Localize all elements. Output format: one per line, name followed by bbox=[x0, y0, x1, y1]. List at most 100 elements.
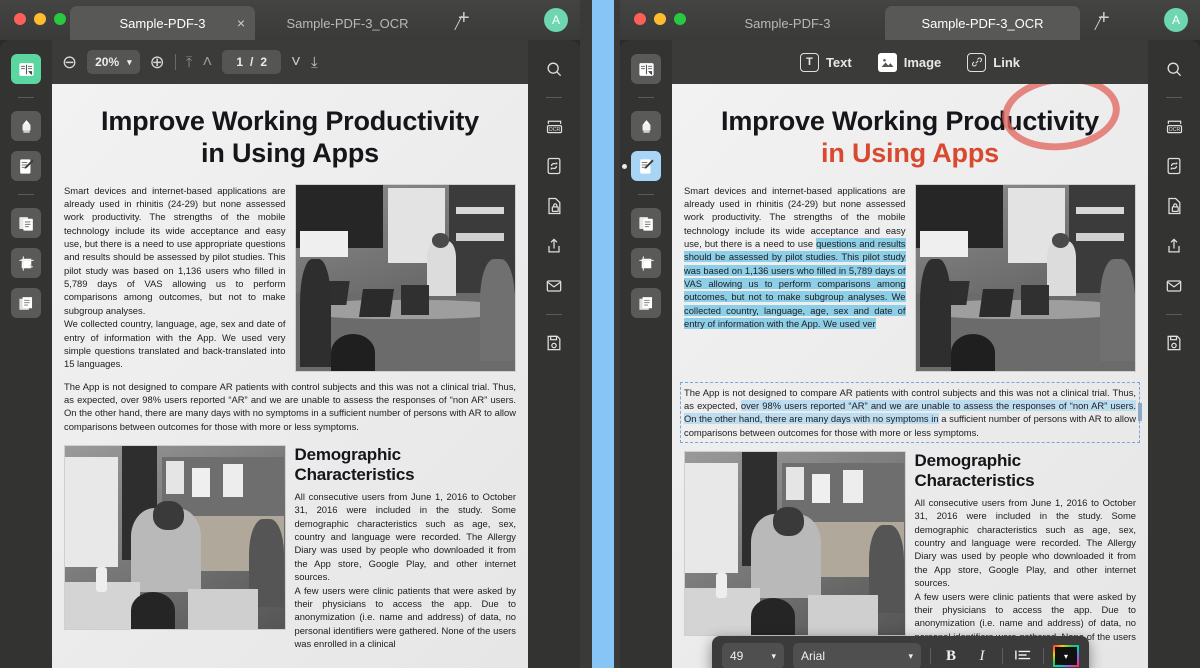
italic-button[interactable]: I bbox=[971, 648, 993, 665]
close-tab-icon[interactable]: × bbox=[237, 16, 245, 30]
tab-sample-pdf-3-ocr[interactable]: Sample-PDF-3_OCR ╱ bbox=[885, 6, 1102, 40]
image-column[interactable] bbox=[914, 183, 1136, 372]
sidebar-item-reader-view[interactable] bbox=[631, 54, 661, 84]
add-text-button[interactable]: T Text bbox=[799, 52, 852, 72]
title-line-2-red: in Using Apps bbox=[821, 137, 999, 168]
save-icon[interactable] bbox=[1159, 328, 1189, 358]
paragraph-1: Smart devices and internet-based applica… bbox=[64, 184, 286, 316]
text-selection-highlight: over 98% users reported “AR” and we are … bbox=[684, 400, 1136, 425]
editable-text-block[interactable]: The App is not designed to compare AR pa… bbox=[680, 372, 1140, 444]
zoom-level-select[interactable]: 20% ▾ bbox=[87, 50, 140, 74]
format-divider bbox=[1043, 648, 1044, 664]
text-column[interactable]: Smart devices and internet-based applica… bbox=[684, 184, 906, 372]
minimize-window-button[interactable] bbox=[34, 13, 46, 25]
font-size-select[interactable]: 49 ▾ bbox=[722, 643, 784, 668]
window-controls[interactable] bbox=[14, 13, 66, 25]
add-image-button[interactable]: Image bbox=[877, 52, 941, 72]
sidebar-item-crop-tool[interactable] bbox=[11, 248, 41, 278]
total-pages-value: 2 bbox=[260, 55, 268, 69]
mail-icon[interactable] bbox=[539, 271, 569, 301]
sidebar-item-reader-view[interactable] bbox=[11, 54, 41, 84]
highlighter-icon bbox=[642, 119, 650, 133]
maximize-window-button[interactable] bbox=[54, 13, 66, 25]
zoom-in-button[interactable]: ⊕ bbox=[150, 52, 165, 73]
format-divider bbox=[1002, 648, 1003, 664]
search-icon[interactable] bbox=[539, 54, 569, 84]
next-page-button[interactable]: ˅ bbox=[291, 52, 301, 72]
search-icon[interactable] bbox=[1159, 54, 1189, 84]
crop-icon bbox=[18, 255, 34, 271]
edit-pen-icon[interactable]: ╱ bbox=[1095, 16, 1102, 30]
text-color-picker[interactable]: ▾ bbox=[1053, 645, 1079, 667]
section-heading: Demographic Characteristics bbox=[914, 451, 1035, 491]
paragraph-1-partially-highlighted: Smart devices and internet-based applica… bbox=[684, 184, 906, 330]
protect-lock-icon[interactable] bbox=[1159, 191, 1189, 221]
chevron-down-icon: ▾ bbox=[1063, 651, 1068, 661]
right-document-canvas[interactable]: Improve Working Productivity in Using Ap… bbox=[672, 84, 1148, 668]
maximize-window-button[interactable] bbox=[674, 13, 686, 25]
sidebar-item-edit-tool[interactable] bbox=[622, 151, 661, 181]
paragraph-2: We collected country, language, age, sex… bbox=[64, 318, 286, 370]
tab-label: Sample-PDF-3 bbox=[744, 15, 831, 31]
avatar[interactable]: A bbox=[1164, 8, 1188, 32]
ocr-icon[interactable]: OCR bbox=[1159, 111, 1189, 141]
close-window-button[interactable] bbox=[14, 13, 26, 25]
left-document-canvas[interactable]: Improve Working Productivity in Using Ap… bbox=[52, 84, 528, 668]
sidebar-item-organize-pages[interactable] bbox=[631, 208, 661, 238]
toolbar-divider bbox=[174, 54, 176, 70]
share-icon[interactable] bbox=[1159, 231, 1189, 261]
first-page-button[interactable]: ⤒ bbox=[186, 54, 193, 71]
tab-sample-pdf-3[interactable]: Sample-PDF-3 × bbox=[70, 6, 255, 40]
convert-icon[interactable] bbox=[539, 151, 569, 181]
align-button[interactable] bbox=[1012, 648, 1034, 665]
sidebar-item-batch-tool[interactable] bbox=[11, 288, 41, 318]
rail-divider bbox=[638, 194, 654, 195]
avatar[interactable]: A bbox=[544, 8, 568, 32]
sidebar-item-crop-tool[interactable] bbox=[631, 248, 661, 278]
sidebar-item-batch-tool[interactable] bbox=[631, 288, 661, 318]
left-window: Sample-PDF-3 × Sample-PDF-3_OCR ╱ + A ⊖ … bbox=[0, 0, 580, 668]
edit-document-icon bbox=[19, 158, 34, 174]
sidebar-item-highlight-tool[interactable] bbox=[631, 111, 661, 141]
zoom-out-button[interactable]: ⊖ bbox=[62, 52, 77, 73]
left-tool-rail bbox=[0, 40, 52, 668]
edit-pen-icon[interactable]: ╱ bbox=[455, 16, 462, 30]
tab-sample-pdf-3-ocr[interactable]: Sample-PDF-3_OCR ╱ bbox=[255, 6, 462, 40]
bold-button[interactable]: B bbox=[940, 648, 962, 665]
previous-page-button[interactable]: ˄ bbox=[202, 52, 212, 72]
crop-icon bbox=[638, 255, 654, 271]
save-icon[interactable] bbox=[539, 328, 569, 358]
sidebar-item-edit-tool[interactable] bbox=[11, 151, 41, 181]
sidebar-item-highlight-tool[interactable] bbox=[11, 111, 41, 141]
font-size-value: 49 bbox=[730, 649, 744, 663]
right-window-body: T Text Image Link Improve Working Produc… bbox=[620, 40, 1200, 668]
font-family-select[interactable]: Arial ▾ bbox=[793, 643, 921, 668]
text-format-toolbar: 49 ▾ Arial ▾ B I ▾ bbox=[712, 636, 1089, 668]
ocr-icon[interactable]: OCR bbox=[539, 111, 569, 141]
add-link-button[interactable]: Link bbox=[967, 52, 1020, 72]
current-page-value: 1 bbox=[236, 55, 244, 69]
page-columns: Smart devices and internet-based applica… bbox=[60, 170, 520, 372]
protect-lock-icon[interactable] bbox=[539, 191, 569, 221]
document-title: Improve Working Productivity in Using Ap… bbox=[680, 98, 1140, 170]
last-page-button[interactable]: ⤓ bbox=[311, 54, 318, 71]
panel-divider bbox=[1166, 314, 1182, 315]
share-icon[interactable] bbox=[539, 231, 569, 261]
align-left-icon bbox=[1015, 650, 1031, 659]
close-window-button[interactable] bbox=[634, 13, 646, 25]
text-column-lower: Demographic Characteristics All consecut… bbox=[915, 451, 1137, 656]
left-window-body: ⊖ 20% ▾ ⊕ ⤒ ˄ 1 / 2 ˅ ⤓ Improve Working … bbox=[0, 40, 580, 668]
right-titlebar: Sample-PDF-3 Sample-PDF-3_OCR ╱ + A bbox=[620, 0, 1200, 40]
page-indicator[interactable]: 1 / 2 bbox=[222, 50, 282, 74]
mail-icon[interactable] bbox=[1159, 271, 1189, 301]
image-icon bbox=[877, 52, 897, 72]
convert-icon[interactable] bbox=[1159, 151, 1189, 181]
tab-sample-pdf-3[interactable]: Sample-PDF-3 bbox=[690, 6, 885, 40]
active-text-box[interactable]: The App is not designed to compare AR pa… bbox=[680, 381, 1140, 444]
paragraph-4: All consecutive users from June 1, 2016 … bbox=[294, 491, 517, 583]
window-controls[interactable] bbox=[634, 13, 686, 25]
minimize-window-button[interactable] bbox=[654, 13, 666, 25]
sidebar-item-organize-pages[interactable] bbox=[11, 208, 41, 238]
tab-label: Sample-PDF-3 bbox=[119, 15, 206, 31]
pages-icon bbox=[18, 216, 33, 231]
